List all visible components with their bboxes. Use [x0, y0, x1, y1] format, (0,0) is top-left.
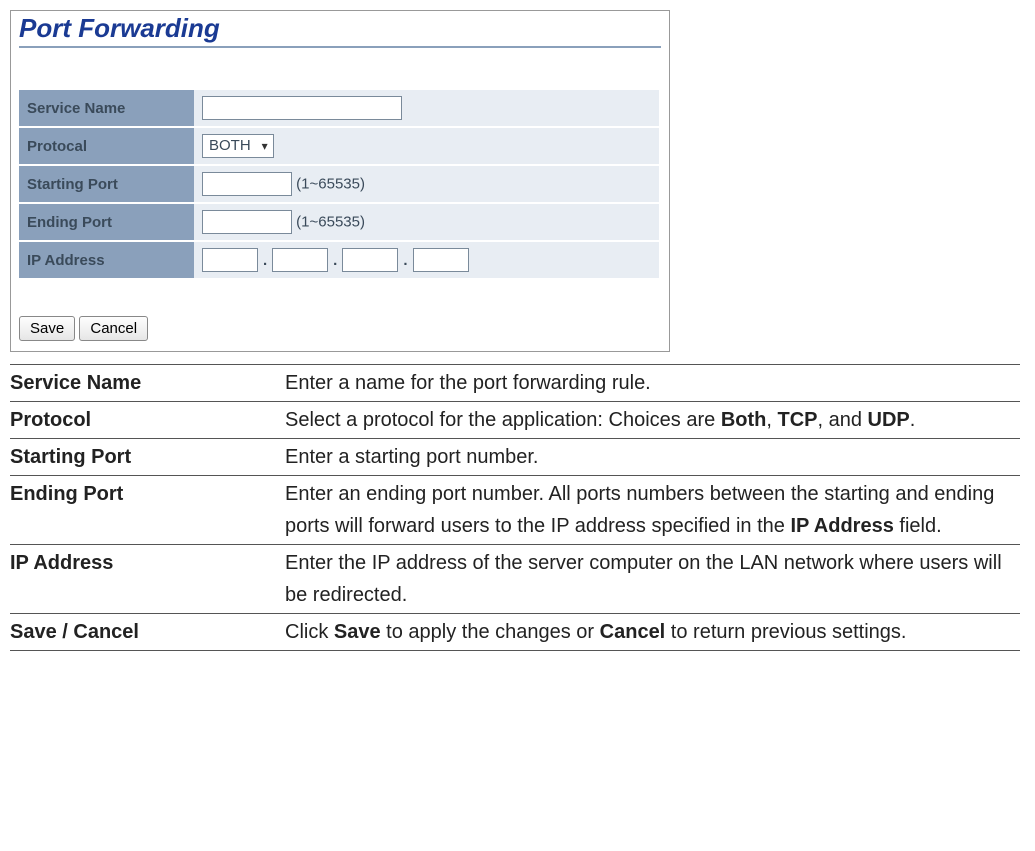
starting-port-input[interactable]	[202, 172, 292, 196]
button-row: Save Cancel	[19, 316, 661, 341]
label-service-name: Service Name	[19, 90, 194, 126]
desc-row: Starting PortEnter a starting port numbe…	[10, 439, 1020, 476]
label-starting-port: Starting Port	[19, 166, 194, 202]
desc-row: Service NameEnter a name for the port fo…	[10, 365, 1020, 402]
ip-dot-2: .	[328, 252, 342, 269]
field-protocol: BOTH	[194, 128, 659, 164]
label-ip-address: IP Address	[19, 242, 194, 278]
ip-dot-3: .	[398, 252, 412, 269]
row-protocol: Protocal BOTH	[19, 128, 659, 164]
row-service-name: Service Name	[19, 90, 659, 126]
desc-term: Service Name	[10, 365, 285, 402]
desc-text: Click Save to apply the changes or Cance…	[285, 614, 1020, 651]
desc-term: IP Address	[10, 545, 285, 614]
protocol-select-value: BOTH	[209, 137, 251, 154]
desc-row: ProtocolSelect a protocol for the applic…	[10, 402, 1020, 439]
field-ending-port: (1~65535)	[194, 204, 659, 240]
ip-octet-3-input[interactable]	[342, 248, 398, 272]
page-title: Port Forwarding	[19, 13, 661, 48]
field-ip-address: ...	[194, 242, 659, 278]
desc-text: Enter a name for the port forwarding rul…	[285, 365, 1020, 402]
protocol-select[interactable]: BOTH	[202, 134, 274, 158]
description-table: Service NameEnter a name for the port fo…	[10, 364, 1020, 651]
desc-text: Enter the IP address of the server compu…	[285, 545, 1020, 614]
starting-port-hint: (1~65535)	[296, 176, 365, 193]
row-starting-port: Starting Port (1~65535)	[19, 166, 659, 202]
service-name-input[interactable]	[202, 96, 402, 120]
desc-text: Enter an ending port number. All ports n…	[285, 476, 1020, 545]
ending-port-hint: (1~65535)	[296, 214, 365, 231]
form-table: Service Name Protocal BOTH Starting Port…	[19, 88, 659, 280]
desc-text: Enter a starting port number.	[285, 439, 1020, 476]
desc-term: Starting Port	[10, 439, 285, 476]
save-button[interactable]: Save	[19, 316, 75, 341]
row-ip-address: IP Address ...	[19, 242, 659, 278]
ip-octet-2-input[interactable]	[272, 248, 328, 272]
desc-term: Save / Cancel	[10, 614, 285, 651]
field-starting-port: (1~65535)	[194, 166, 659, 202]
ip-octet-4-input[interactable]	[413, 248, 469, 272]
desc-row: Ending PortEnter an ending port number. …	[10, 476, 1020, 545]
row-ending-port: Ending Port (1~65535)	[19, 204, 659, 240]
ending-port-input[interactable]	[202, 210, 292, 234]
desc-row: Save / CancelClick Save to apply the cha…	[10, 614, 1020, 651]
label-ending-port: Ending Port	[19, 204, 194, 240]
desc-row: IP AddressEnter the IP address of the se…	[10, 545, 1020, 614]
label-protocol: Protocal	[19, 128, 194, 164]
port-forwarding-panel: Port Forwarding Service Name Protocal BO…	[10, 10, 670, 352]
desc-text: Select a protocol for the application: C…	[285, 402, 1020, 439]
desc-term: Protocol	[10, 402, 285, 439]
cancel-button[interactable]: Cancel	[79, 316, 148, 341]
ip-dot-1: .	[258, 252, 272, 269]
field-service-name	[194, 90, 659, 126]
desc-term: Ending Port	[10, 476, 285, 545]
ip-octet-1-input[interactable]	[202, 248, 258, 272]
